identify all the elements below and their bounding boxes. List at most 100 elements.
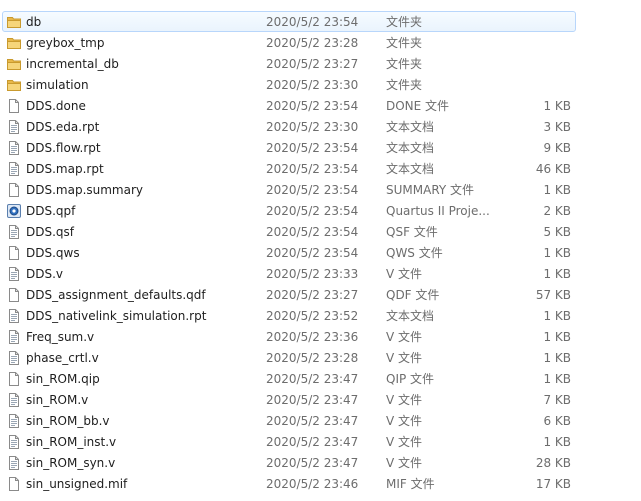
file-date: 2020/5/2 23:28 xyxy=(266,36,359,50)
file-name: simulation xyxy=(26,78,89,92)
file-size: 1 KB xyxy=(543,372,571,386)
text-file-icon xyxy=(6,455,22,471)
file-name: DDS.map.summary xyxy=(26,183,144,197)
file-name: db xyxy=(26,15,42,29)
file-type: SUMMARY 文件 xyxy=(386,183,475,197)
file-size: 2 KB xyxy=(543,204,571,218)
file-name: Freq_sum.v xyxy=(26,330,95,344)
file-date: 2020/5/2 23:47 xyxy=(266,435,359,449)
file-row[interactable]: DDS.done 2020/5/2 23:54 DONE 文件 1 KB xyxy=(2,95,576,116)
file-size: 1 KB xyxy=(543,99,571,113)
file-size: 6 KB xyxy=(543,414,571,428)
file-size: 1 KB xyxy=(543,183,571,197)
file-row[interactable]: DDS.map.rpt 2020/5/2 23:54 文本文档 46 KB xyxy=(2,158,576,179)
file-name: DDS.flow.rpt xyxy=(26,141,101,155)
file-name: sin_ROM_bb.v xyxy=(26,414,110,428)
file-type: 文件夹 xyxy=(386,15,423,29)
file-date: 2020/5/2 23:47 xyxy=(266,456,359,470)
file-name: DDS.map.rpt xyxy=(26,162,104,176)
file-row[interactable]: phase_crtl.v 2020/5/2 23:28 V 文件 1 KB xyxy=(2,347,576,368)
file-date: 2020/5/2 23:54 xyxy=(266,162,359,176)
file-list-pane: db 2020/5/2 23:54 文件夹 greybox_tmp 2020/5/2 2… xyxy=(0,0,641,501)
blank-file-icon xyxy=(6,476,22,492)
blank-file-icon xyxy=(6,98,22,114)
file-row[interactable]: db 2020/5/2 23:54 文件夹 xyxy=(2,11,576,32)
file-type: V 文件 xyxy=(386,435,423,449)
file-row[interactable]: DDS.map.summary 2020/5/2 23:54 SUMMARY 文件 1… xyxy=(2,179,576,200)
file-row[interactable]: sin_ROM_inst.v 2020/5/2 23:47 V 文件 1 KB xyxy=(2,431,576,452)
file-date: 2020/5/2 23:27 xyxy=(266,57,359,71)
blank-file-icon xyxy=(6,182,22,198)
file-name: sin_ROM.qip xyxy=(26,372,100,386)
file-row[interactable]: Freq_sum.v 2020/5/2 23:36 V 文件 1 KB xyxy=(2,326,576,347)
file-size: 1 KB xyxy=(543,246,571,260)
file-type: V 文件 xyxy=(386,414,423,428)
file-size: 1 KB xyxy=(543,267,571,281)
file-row[interactable]: DDS_nativelink_simulation.rpt 2020/5/2 23… xyxy=(2,305,576,326)
file-type: QWS 文件 xyxy=(386,246,443,260)
file-name: sin_ROM_syn.v xyxy=(26,456,116,470)
file-type: DONE 文件 xyxy=(386,99,450,113)
file-row[interactable]: simulation 2020/5/2 23:30 文件夹 xyxy=(2,74,576,95)
file-type: 文本文档 xyxy=(386,309,435,323)
text-file-icon xyxy=(6,392,22,408)
file-size: 1 KB xyxy=(543,351,571,365)
folder-icon xyxy=(6,77,22,93)
file-row[interactable]: greybox_tmp 2020/5/2 23:28 文件夹 xyxy=(2,32,576,53)
file-type: QIP 文件 xyxy=(386,372,435,386)
file-date: 2020/5/2 23:52 xyxy=(266,309,359,323)
file-size: 57 KB xyxy=(535,288,571,302)
file-name: sin_ROM_inst.v xyxy=(26,435,117,449)
file-type: V 文件 xyxy=(386,330,423,344)
file-size: 3 KB xyxy=(543,120,571,134)
file-row[interactable]: DDS.qsf 2020/5/2 23:54 QSF 文件 5 KB xyxy=(2,221,576,242)
folder-icon xyxy=(6,14,22,30)
file-size: 46 KB xyxy=(535,162,571,176)
file-date: 2020/5/2 23:54 xyxy=(266,246,359,260)
file-type: 文件夹 xyxy=(386,78,423,92)
file-row[interactable]: DDS.eda.rpt 2020/5/2 23:30 文本文档 3 KB xyxy=(2,116,576,137)
file-row[interactable]: DDS.qws 2020/5/2 23:54 QWS 文件 1 KB xyxy=(2,242,576,263)
blank-file-icon xyxy=(6,371,22,387)
file-type: MIF 文件 xyxy=(386,477,435,491)
text-file-icon xyxy=(6,119,22,135)
file-row[interactable]: sin_ROM_bb.v 2020/5/2 23:47 V 文件 6 KB xyxy=(2,410,576,431)
file-row[interactable]: sin_unsigned.mif 2020/5/2 23:46 MIF 文件 17 K… xyxy=(2,473,576,494)
file-name: DDS.qpf xyxy=(26,204,76,218)
file-name: DDS_nativelink_simulation.rpt xyxy=(26,309,207,323)
file-name: DDS.eda.rpt xyxy=(26,120,100,134)
file-date: 2020/5/2 23:54 xyxy=(266,15,359,29)
file-size: 1 KB xyxy=(543,309,571,323)
file-name: incremental_db xyxy=(26,57,119,71)
file-date: 2020/5/2 23:46 xyxy=(266,477,359,491)
file-type: 文件夹 xyxy=(386,36,423,50)
file-date: 2020/5/2 23:54 xyxy=(266,225,359,239)
text-file-icon xyxy=(6,266,22,282)
text-file-icon xyxy=(6,161,22,177)
file-name: DDS.qsf xyxy=(26,225,75,239)
file-row[interactable]: DDS.qpf 2020/5/2 23:54 Quartus II Proje...… xyxy=(2,200,576,221)
file-date: 2020/5/2 23:30 xyxy=(266,120,359,134)
file-size: 28 KB xyxy=(535,456,571,470)
file-date: 2020/5/2 23:33 xyxy=(266,267,359,281)
text-file-icon xyxy=(6,350,22,366)
file-row[interactable]: sin_ROM_syn.v 2020/5/2 23:47 V 文件 28 KB xyxy=(2,452,576,473)
file-date: 2020/5/2 23:30 xyxy=(266,78,359,92)
file-row[interactable]: DDS.v 2020/5/2 23:33 V 文件 1 KB xyxy=(2,263,576,284)
file-row[interactable]: DDS_assignment_defaults.qdf 2020/5/2 23:2… xyxy=(2,284,576,305)
file-name: DDS.v xyxy=(26,267,64,281)
file-type: V 文件 xyxy=(386,267,423,281)
file-date: 2020/5/2 23:54 xyxy=(266,141,359,155)
file-row[interactable]: sin_ROM.v 2020/5/2 23:47 V 文件 7 KB xyxy=(2,389,576,410)
file-date: 2020/5/2 23:47 xyxy=(266,414,359,428)
file-type: V 文件 xyxy=(386,351,423,365)
file-name: sin_unsigned.mif xyxy=(26,477,128,491)
file-row[interactable]: sin_ROM.qip 2020/5/2 23:47 QIP 文件 1 KB xyxy=(2,368,576,389)
file-row[interactable]: DDS.flow.rpt 2020/5/2 23:54 文本文档 9 KB xyxy=(2,137,576,158)
file-name: DDS.qws xyxy=(26,246,80,260)
file-row[interactable]: incremental_db 2020/5/2 23:27 文件夹 xyxy=(2,53,576,74)
file-size: 9 KB xyxy=(543,141,571,155)
blank-file-icon xyxy=(6,245,22,261)
text-file-icon xyxy=(6,434,22,450)
file-date: 2020/5/2 23:47 xyxy=(266,393,359,407)
